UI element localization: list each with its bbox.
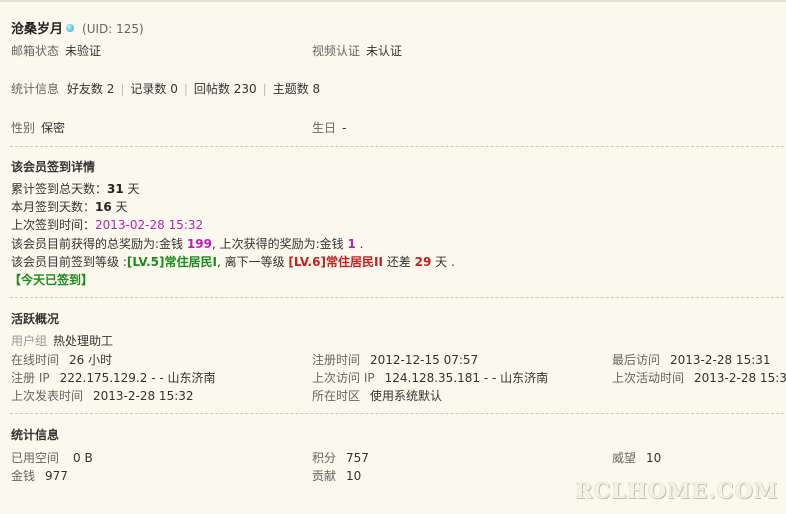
activity-heading: 活跃概况 xyxy=(11,312,60,326)
timezone: 所在时区 使用系统默认 xyxy=(312,389,443,403)
uid: (UID: 125) xyxy=(82,22,144,36)
stat-records[interactable]: 记录数 0 xyxy=(130,82,177,96)
signin-heading: 该会员签到详情 xyxy=(11,160,96,174)
current-level: [LV.5]常住居民I xyxy=(126,255,217,269)
prestige: 威望 10 xyxy=(612,451,662,465)
video-status-value: 未认证 xyxy=(366,44,403,58)
divider: | xyxy=(183,82,188,96)
last-visit-ip: 上次访问 IP 124.128.35.181 - - 山东济南 xyxy=(312,371,549,385)
gender-label: 性别 xyxy=(11,121,36,135)
contribution: 贡献 10 xyxy=(312,469,362,483)
stat-threads[interactable]: 主题数 8 xyxy=(273,82,320,96)
money: 金钱 977 xyxy=(11,469,68,483)
register-time: 注册时间 2012-12-15 07:57 xyxy=(312,353,479,367)
last-signin-time: 2013-02-28 15:32 xyxy=(95,218,204,232)
section-divider xyxy=(10,413,784,414)
gender-value: 保密 xyxy=(41,121,66,135)
signin-month-days: 本月签到天数：16 天 xyxy=(11,200,128,214)
reward-total-value: 199 xyxy=(186,237,212,251)
signin-last-time: 上次签到时间：2013-02-28 15:32 xyxy=(11,218,204,232)
online-status-icon xyxy=(66,24,75,32)
birthday-label: 生日 xyxy=(312,121,337,135)
total-days-value: 31 xyxy=(107,182,124,196)
video-status: 视频认证 未认证 xyxy=(312,43,402,59)
birthday: 生日 - xyxy=(312,120,346,136)
username[interactable]: 沧桑岁月 xyxy=(11,22,63,37)
email-status: 邮箱状态 未验证 xyxy=(11,43,101,59)
last-post-time: 上次发表时间 2013-2-28 15:32 xyxy=(11,389,194,403)
top-border xyxy=(0,0,786,2)
section-divider xyxy=(10,146,784,147)
birthday-value: - xyxy=(342,121,347,135)
section-divider xyxy=(10,297,784,298)
divider: | xyxy=(120,82,125,96)
user-group-value[interactable]: 热处理助工 xyxy=(53,334,113,348)
next-level: [LV.6]常住居民II xyxy=(288,255,383,269)
email-status-value: 未验证 xyxy=(65,44,102,58)
site-watermark: RCLHOME.COM xyxy=(575,478,778,503)
used-space: 已用空间 0 B xyxy=(11,451,93,465)
user-group: 用户组 热处理助工 xyxy=(11,334,114,348)
last-visit: 最后访问 2013-2-28 15:31 xyxy=(612,353,771,367)
online-time: 在线时间 26 小时 xyxy=(11,353,113,367)
signin-total-days: 累计签到总天数：31 天 xyxy=(11,182,140,196)
signin-reward: 该会员目前获得的总奖励为:金钱 199, 上次获得的奖励为:金钱 1 . xyxy=(11,237,364,251)
stat-replies[interactable]: 回帖数 230 xyxy=(194,82,257,96)
stat-friends[interactable]: 好友数 2 xyxy=(67,82,114,96)
divider: | xyxy=(262,82,267,96)
signin-level: 该会员目前签到等级 :[LV.5]常住居民I, 离下一等级 [LV.6]常住居民… xyxy=(11,255,455,269)
today-signin-status: 【今天已签到】 xyxy=(9,273,94,287)
profile-header: 沧桑岁月 (UID: 125) xyxy=(11,21,144,38)
stats-row: 统计信息 好友数 2 | 记录数 0 | 回帖数 230 | 主题数 8 xyxy=(11,81,320,97)
email-status-label: 邮箱状态 xyxy=(11,44,60,58)
level-gap-value: 29 xyxy=(414,255,432,269)
points: 积分 757 xyxy=(312,451,369,465)
video-status-label: 视频认证 xyxy=(312,44,361,58)
register-ip: 注册 IP 222.175.129.2 - - 山东济南 xyxy=(11,371,216,385)
gender: 性别 保密 xyxy=(11,120,65,136)
statistics-heading: 统计信息 xyxy=(11,428,60,442)
stats-label: 统计信息 xyxy=(11,82,60,96)
last-active-time: 上次活动时间 2013-2-28 15:31 xyxy=(612,371,786,385)
month-days-value: 16 xyxy=(95,200,112,214)
reward-last-value: 1 xyxy=(347,237,356,251)
